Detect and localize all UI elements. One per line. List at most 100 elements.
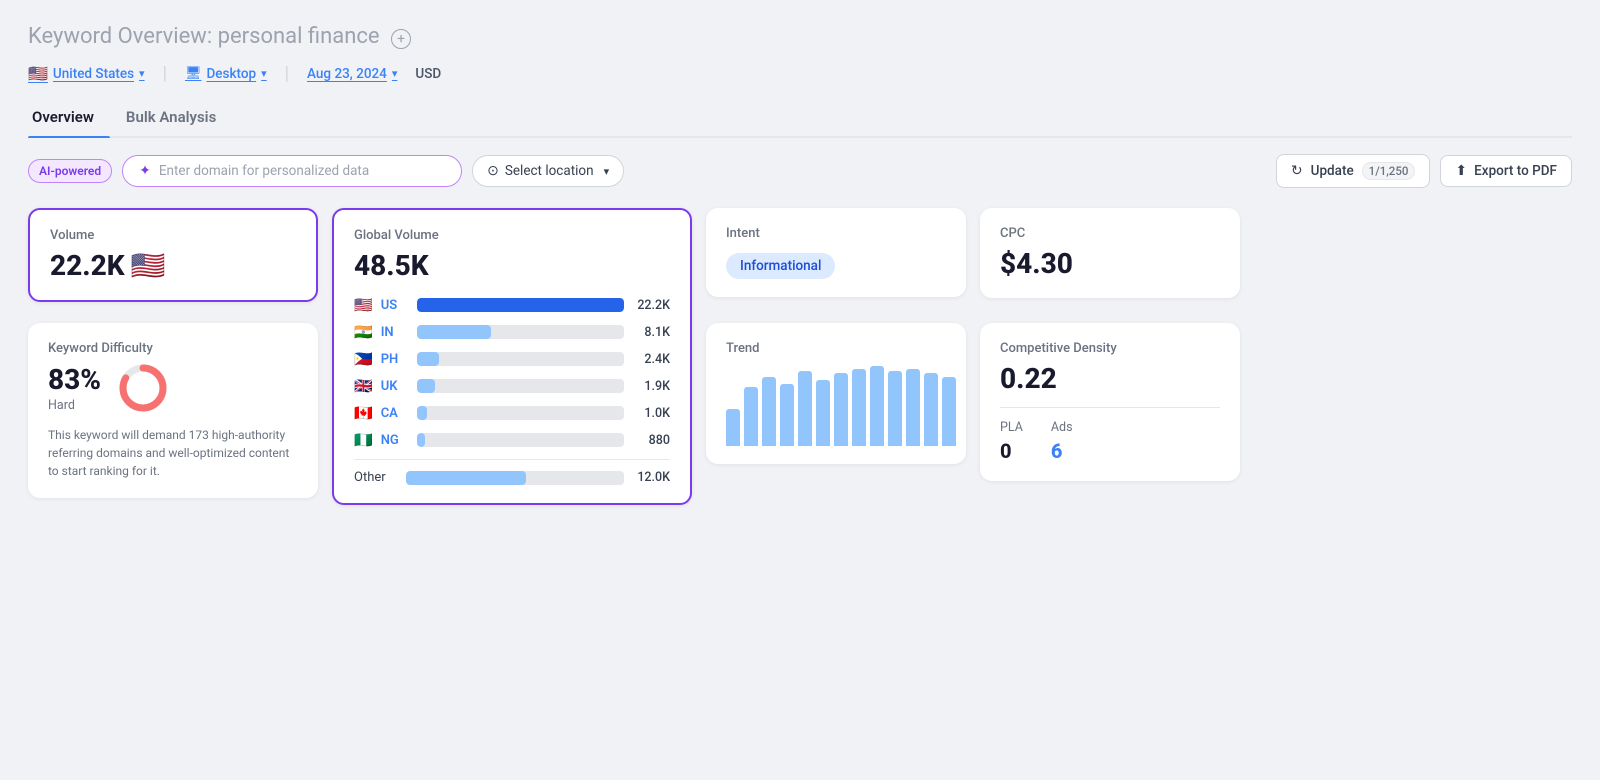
cards-grid: Volume 22.2K 🇺🇸 Global Volume 48.5K 🇺🇸 U… xyxy=(28,208,1572,505)
comp-density-label: Competitive Density xyxy=(1000,341,1220,356)
country-code: CA xyxy=(381,406,409,421)
kd-value: 83% xyxy=(48,363,101,396)
country-volume: 2.4K xyxy=(632,352,670,367)
trend-bar xyxy=(834,373,848,446)
pla-ads-row: PLA 0 Ads 6 xyxy=(1000,420,1220,463)
country-flag-icon: 🇮🇳 xyxy=(354,323,373,341)
kd-sublabel: Hard xyxy=(48,398,101,413)
country-volume: 1.0K xyxy=(632,406,670,421)
country-volume: 880 xyxy=(632,433,670,448)
tab-overview[interactable]: Overview xyxy=(28,100,110,136)
other-bar-track xyxy=(406,471,624,485)
kd-description: This keyword will demand 173 high-author… xyxy=(48,426,298,480)
pla-label: PLA xyxy=(1000,420,1023,435)
trend-bar xyxy=(870,366,884,446)
kd-label: Keyword Difficulty xyxy=(48,341,298,356)
country-volume: 22.2K xyxy=(632,298,670,313)
intent-card: Intent Informational xyxy=(706,208,966,297)
trend-bar xyxy=(762,377,776,446)
search-row: AI-powered ✦ Enter domain for personaliz… xyxy=(28,154,1572,188)
comp-divider xyxy=(1000,407,1220,408)
country-bar-track xyxy=(417,379,624,393)
refresh-icon: ↻ xyxy=(1291,163,1303,179)
trend-bar xyxy=(816,380,830,446)
trend-bar xyxy=(852,369,866,446)
desktop-icon: 🖥 xyxy=(185,66,202,81)
cpc-card: CPC $4.30 xyxy=(980,208,1240,298)
intent-label: Intent xyxy=(726,226,946,241)
country-flag-icon: 🇺🇸 xyxy=(354,296,373,314)
country-code: PH xyxy=(381,352,409,367)
cpc-value: $4.30 xyxy=(1000,247,1220,280)
country-bar-fill xyxy=(417,298,624,312)
location-pin-icon: ⊙ xyxy=(487,163,499,179)
pla-value: 0 xyxy=(1000,439,1023,463)
trend-bar xyxy=(744,387,758,446)
country-row: 🇮🇳 IN 8.1K xyxy=(354,323,670,341)
update-button[interactable]: ↻ Update 1/1,250 xyxy=(1276,154,1431,188)
country-bar-track xyxy=(417,433,624,447)
comp-density-value: 0.22 xyxy=(1000,362,1220,395)
intent-badge: Informational xyxy=(726,253,835,279)
country-row: 🇺🇸 US 22.2K xyxy=(354,296,670,314)
device-selector[interactable]: 🖥 Desktop ▾ xyxy=(185,66,267,82)
keyword-difficulty-card: Keyword Difficulty 83% Hard This keyword… xyxy=(28,323,318,498)
country-bar-fill xyxy=(417,433,425,447)
country-flag-icon: 🇳🇬 xyxy=(354,431,373,449)
country-bar-fill xyxy=(417,325,492,339)
location-dropdown[interactable]: ⊙ Select location ▾ xyxy=(472,155,624,187)
country-bar-track xyxy=(417,406,624,420)
global-volume-value: 48.5K xyxy=(354,249,670,282)
domain-input[interactable]: ✦ Enter domain for personalized data xyxy=(122,155,462,187)
trend-card: Trend xyxy=(706,323,966,464)
ads-item: Ads 6 xyxy=(1051,420,1073,463)
top-controls: 🇺🇸 United States ▾ | 🖥 Desktop ▾ | Aug 2… xyxy=(28,63,1572,84)
country-bar-track xyxy=(417,298,624,312)
country-volume: 1.9K xyxy=(632,379,670,394)
country-flag-icon: 🇬🇧 xyxy=(354,377,373,395)
update-count-badge: 1/1,250 xyxy=(1362,162,1416,180)
country-row: 🇨🇦 CA 1.0K xyxy=(354,404,670,422)
location-selector[interactable]: 🇺🇸 United States ▾ xyxy=(28,64,145,83)
ads-label: Ads xyxy=(1051,420,1073,435)
ai-powered-badge: AI-powered xyxy=(28,159,112,183)
us-flag-icon: 🇺🇸 xyxy=(28,64,48,83)
export-button[interactable]: ⬆ Export to PDF xyxy=(1440,155,1572,187)
chevron-down-icon: ▾ xyxy=(604,165,610,178)
other-label: Other xyxy=(354,470,398,485)
trend-bar xyxy=(798,371,812,446)
country-row: 🇵🇭 PH 2.4K xyxy=(354,350,670,368)
country-bar-fill xyxy=(417,406,427,420)
trend-bar xyxy=(726,409,740,446)
tabs: Overview Bulk Analysis xyxy=(28,100,1572,138)
domain-placeholder: Enter domain for personalized data xyxy=(159,163,369,179)
volume-value: 22.2K 🇺🇸 xyxy=(50,249,296,282)
other-row: Other 12.0K xyxy=(354,459,670,485)
competitive-density-card: Competitive Density 0.22 PLA 0 Ads 6 xyxy=(980,323,1240,481)
chevron-down-icon: ▾ xyxy=(261,67,267,80)
tab-bulk-analysis[interactable]: Bulk Analysis xyxy=(122,100,232,136)
other-bar-fill xyxy=(406,471,526,485)
country-volume: 8.1K xyxy=(632,325,670,340)
country-flag-icon: 🇨🇦 xyxy=(354,404,373,422)
currency-label: USD xyxy=(415,66,441,82)
trend-bar xyxy=(942,377,956,446)
volume-card: Volume 22.2K 🇺🇸 xyxy=(28,208,318,302)
trend-label: Trend xyxy=(726,341,946,356)
country-code: IN xyxy=(381,325,409,340)
trend-bar xyxy=(888,371,902,446)
country-bar-fill xyxy=(417,352,440,366)
country-code: NG xyxy=(381,433,409,448)
country-row: 🇳🇬 NG 880 xyxy=(354,431,670,449)
chevron-down-icon: ▾ xyxy=(392,67,398,80)
kd-donut-chart xyxy=(117,362,169,414)
country-bar-fill xyxy=(417,379,436,393)
export-icon: ⬆ xyxy=(1455,163,1467,179)
country-flag-icon: 🇵🇭 xyxy=(354,350,373,368)
sparkle-icon: ✦ xyxy=(139,163,151,179)
country-bar-track xyxy=(417,352,624,366)
date-selector[interactable]: Aug 23, 2024 ▾ xyxy=(307,66,397,82)
trend-chart xyxy=(726,366,946,446)
add-keyword-icon[interactable]: + xyxy=(391,29,411,49)
global-volume-label: Global Volume xyxy=(354,228,670,243)
